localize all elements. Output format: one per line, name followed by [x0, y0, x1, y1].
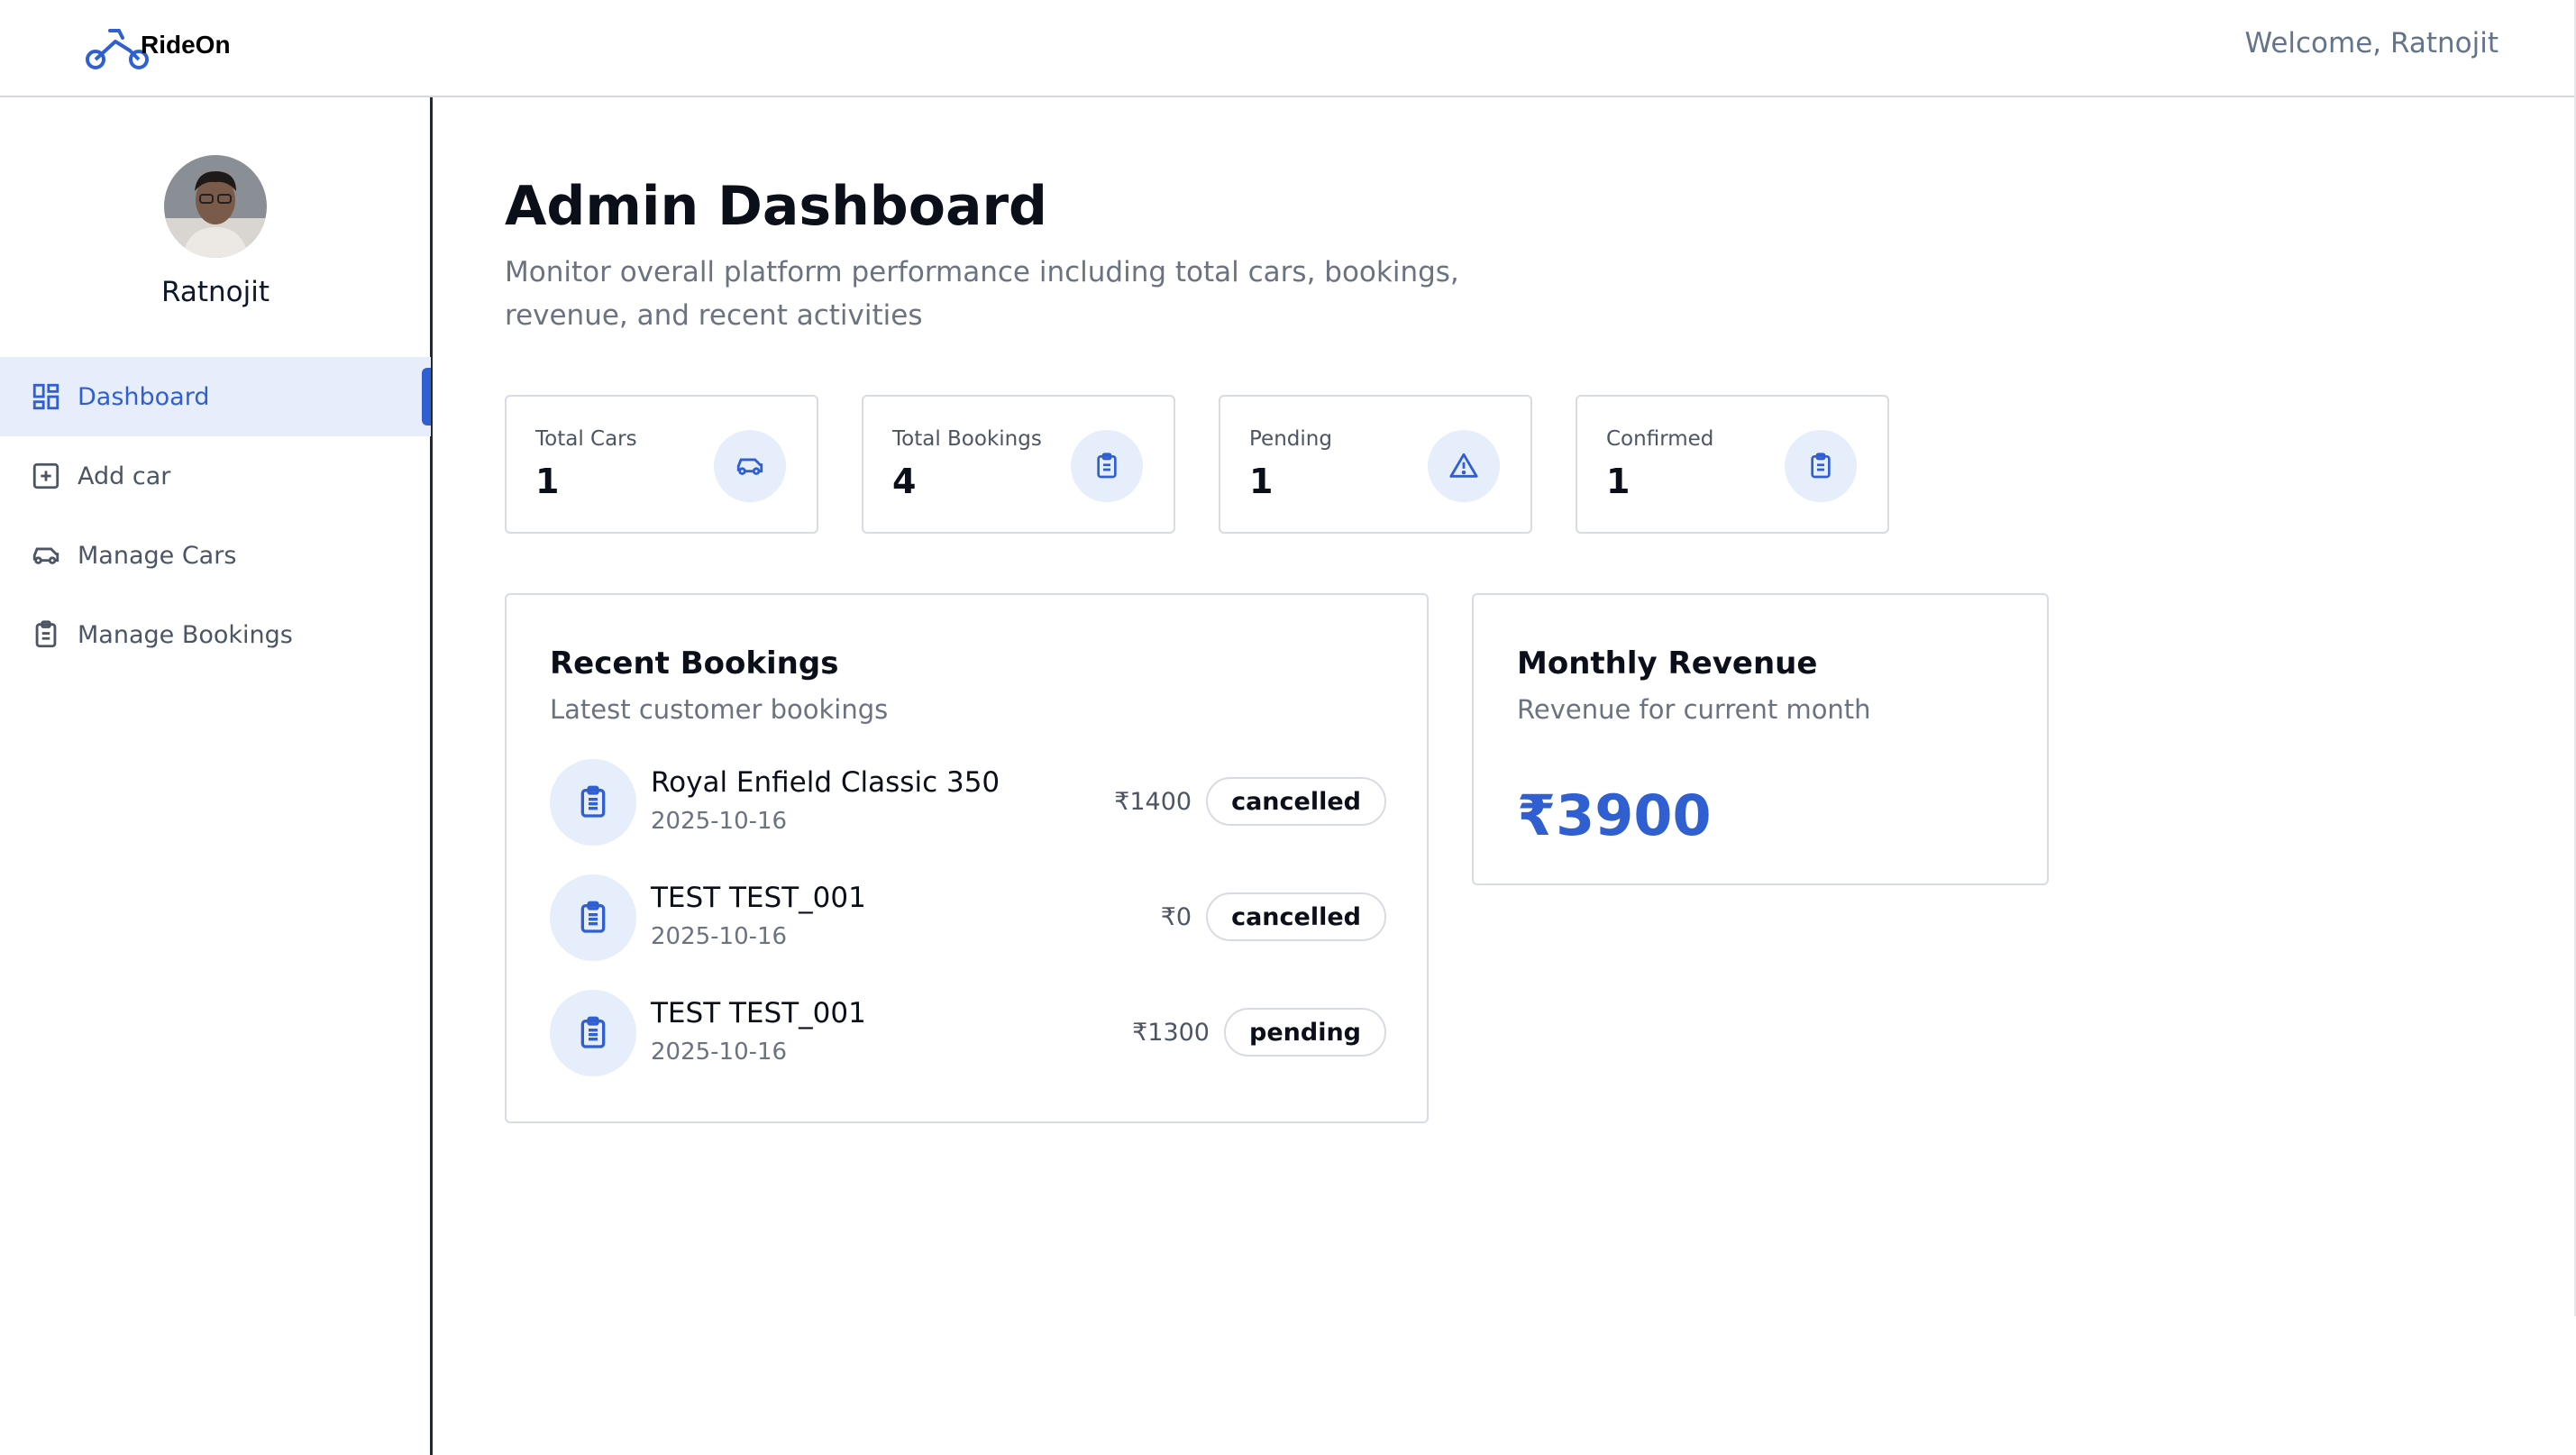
- admin-dashboard-page: RideOn Welcome, Ratnojit Ratnojit Dashbo…: [0, 0, 2576, 1455]
- status-badge: cancelled: [1206, 892, 1386, 941]
- sidebar-item-add-car[interactable]: Add car: [0, 436, 431, 516]
- booking-date: 2025-10-16: [651, 1039, 788, 1066]
- sidebar-item-manage-cars[interactable]: Manage Cars: [0, 516, 431, 595]
- booking-meta: ₹1300 pending: [1132, 1008, 1386, 1057]
- top-navbar: RideOn Welcome, Ratnojit: [0, 0, 2576, 97]
- stat-label: Confirmed: [1606, 427, 1714, 451]
- stat-label: Total Cars: [535, 427, 637, 451]
- car-icon: [714, 430, 786, 502]
- stat-card-confirmed: Confirmed 1: [1576, 395, 1889, 534]
- sidebar-item-label: Add car: [78, 462, 171, 490]
- add-square-icon: [31, 461, 61, 491]
- list-item[interactable]: TEST TEST_001 2025-10-16 ₹1300 pending: [550, 990, 1386, 1105]
- recent-bookings-panel: Recent Bookings Latest customer bookings…: [505, 593, 1429, 1123]
- dashboard-grid-icon: [31, 381, 61, 412]
- booking-name: TEST TEST_001: [651, 882, 866, 914]
- avatar: [164, 155, 267, 258]
- status-badge: pending: [1224, 1008, 1386, 1057]
- bookings-list: Royal Enfield Classic 350 2025-10-16 ₹14…: [550, 759, 1386, 1105]
- clipboard-icon: [550, 874, 636, 961]
- stat-card-total-bookings: Total Bookings 4: [862, 395, 1175, 534]
- stat-value: 1: [1606, 462, 1631, 501]
- warning-icon: [1428, 430, 1500, 502]
- stat-label: Total Bookings: [892, 427, 1042, 451]
- stat-label: Pending: [1249, 427, 1332, 451]
- stat-card-pending: Pending 1: [1219, 395, 1532, 534]
- clipboard-icon: [1071, 430, 1143, 502]
- booking-meta: ₹1400 cancelled: [1114, 777, 1386, 826]
- booking-date: 2025-10-16: [651, 808, 788, 835]
- panel-title: Recent Bookings: [550, 645, 839, 682]
- booking-meta: ₹0 cancelled: [1161, 892, 1386, 941]
- page-title: Admin Dashboard: [505, 175, 1047, 238]
- sidebar-item-label: Dashboard: [78, 382, 210, 411]
- avatar-photo: [164, 155, 267, 258]
- status-badge: cancelled: [1206, 777, 1386, 826]
- stat-card-total-cars: Total Cars 1: [505, 395, 818, 534]
- clipboard-icon: [1785, 430, 1857, 502]
- list-item[interactable]: Royal Enfield Classic 350 2025-10-16 ₹14…: [550, 759, 1386, 874]
- clipboard-icon: [550, 759, 636, 846]
- list-item[interactable]: TEST TEST_001 2025-10-16 ₹0 cancelled: [550, 874, 1386, 990]
- panel-subtitle: Latest customer bookings: [550, 694, 889, 725]
- booking-name: Royal Enfield Classic 350: [651, 766, 1000, 799]
- clipboard-icon: [31, 619, 61, 650]
- booking-price: ₹1400: [1114, 787, 1192, 816]
- sidebar-item-label: Manage Cars: [78, 541, 237, 570]
- booking-name: TEST TEST_001: [651, 997, 866, 1029]
- sidebar-item-label: Manage Bookings: [78, 620, 293, 649]
- sidebar-item-manage-bookings[interactable]: Manage Bookings: [0, 595, 431, 674]
- monthly-revenue-panel: Monthly Revenue Revenue for current mont…: [1472, 593, 2049, 885]
- panel-subtitle: Revenue for current month: [1517, 694, 1871, 725]
- booking-price: ₹1300: [1132, 1018, 1210, 1047]
- stat-value: 1: [535, 462, 560, 501]
- sidebar-item-dashboard[interactable]: Dashboard: [0, 357, 431, 436]
- welcome-text: Welcome, Ratnojit: [2244, 27, 2498, 59]
- profile-name: Ratnojit: [160, 276, 269, 308]
- clipboard-icon: [550, 990, 636, 1076]
- booking-price: ₹0: [1160, 902, 1192, 931]
- booking-date: 2025-10-16: [651, 923, 788, 950]
- car-icon: [31, 540, 61, 571]
- panel-title: Monthly Revenue: [1517, 645, 1818, 682]
- brand-name[interactable]: RideOn: [141, 31, 231, 59]
- sidebar: Ratnojit Dashboard Add car Manage Cars M…: [0, 97, 433, 1455]
- stat-value: 4: [892, 462, 917, 501]
- revenue-value: ₹3900: [1517, 782, 1712, 848]
- page-subtitle: Monitor overall platform performance inc…: [505, 256, 1459, 332]
- stat-value: 1: [1249, 462, 1274, 501]
- sidebar-nav: Dashboard Add car Manage Cars Manage Boo…: [0, 357, 431, 674]
